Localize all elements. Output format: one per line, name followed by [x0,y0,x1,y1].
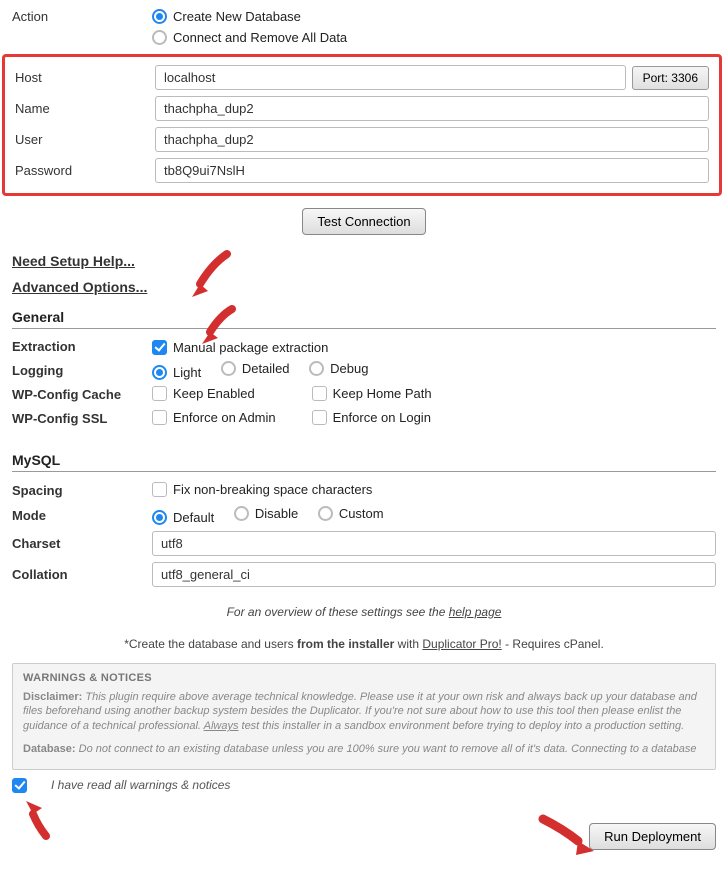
radio-indicator [152,30,167,45]
host-input[interactable] [155,65,626,90]
duplicator-pro-link[interactable]: Duplicator Pro! [422,637,501,651]
collation-label: Collation [12,567,152,582]
extraction-checkbox[interactable]: Manual package extraction [152,340,328,355]
logging-label: Logging [12,363,152,378]
wpssl-enforce-admin[interactable]: Enforce on Admin [152,410,292,425]
charset-input[interactable] [152,531,716,556]
mode-radio-disable[interactable]: Disable [234,506,298,521]
action-radio-remove[interactable]: Connect and Remove All Data [152,30,347,45]
action-radio-create[interactable]: Create New Database [152,9,301,24]
checkbox-indicator [12,778,27,793]
host-label: Host [15,70,155,85]
collation-input[interactable] [152,562,716,587]
mode-radio-custom[interactable]: Custom [318,506,384,521]
mode-label: Mode [12,508,152,523]
wpssl-enforce-login[interactable]: Enforce on Login [312,410,431,425]
db-credentials-box: Host Port: 3306 Name User Password [2,54,722,196]
action-label: Action [12,9,152,24]
spacing-checkbox[interactable]: Fix non-breaking space characters [152,482,372,497]
wpcache-keep-enabled[interactable]: Keep Enabled [152,386,292,401]
port-button[interactable]: Port: 3306 [632,66,709,90]
confirm-label: I have read all warnings & notices [51,778,230,792]
wpssl-label: WP-Config SSL [12,411,152,426]
mode-radio-default[interactable]: Default [152,510,214,525]
password-input[interactable] [155,158,709,183]
checkbox-indicator [152,340,167,355]
name-input[interactable] [155,96,709,121]
logging-radio-detailed[interactable]: Detailed [221,361,290,376]
confirm-checkbox[interactable] [12,778,27,793]
radio-indicator [152,9,167,24]
wpcache-label: WP-Config Cache [12,387,152,402]
warnings-box: WARNINGS & NOTICES Disclaimer: This plug… [12,663,716,770]
test-connection-button[interactable]: Test Connection [302,208,425,235]
extraction-label: Extraction [12,339,152,354]
user-input[interactable] [155,127,709,152]
setup-help-link[interactable]: Need Setup Help... [12,253,135,269]
spacing-label: Spacing [12,483,152,498]
duplicator-pro-hint: *Create the database and users from the … [12,637,716,651]
warnings-title: WARNINGS & NOTICES [23,672,705,684]
run-deployment-button[interactable]: Run Deployment [589,823,716,850]
name-label: Name [15,101,155,116]
user-label: User [15,132,155,147]
help-page-link[interactable]: help page [449,605,502,619]
logging-radio-light[interactable]: Light [152,365,201,380]
mysql-header: MySQL [12,452,716,472]
advanced-options-link[interactable]: Advanced Options... [12,279,147,295]
charset-label: Charset [12,536,152,551]
password-label: Password [15,163,155,178]
wpcache-keep-home-path[interactable]: Keep Home Path [312,386,432,401]
general-header: General [12,309,716,329]
logging-radio-debug[interactable]: Debug [309,361,368,376]
